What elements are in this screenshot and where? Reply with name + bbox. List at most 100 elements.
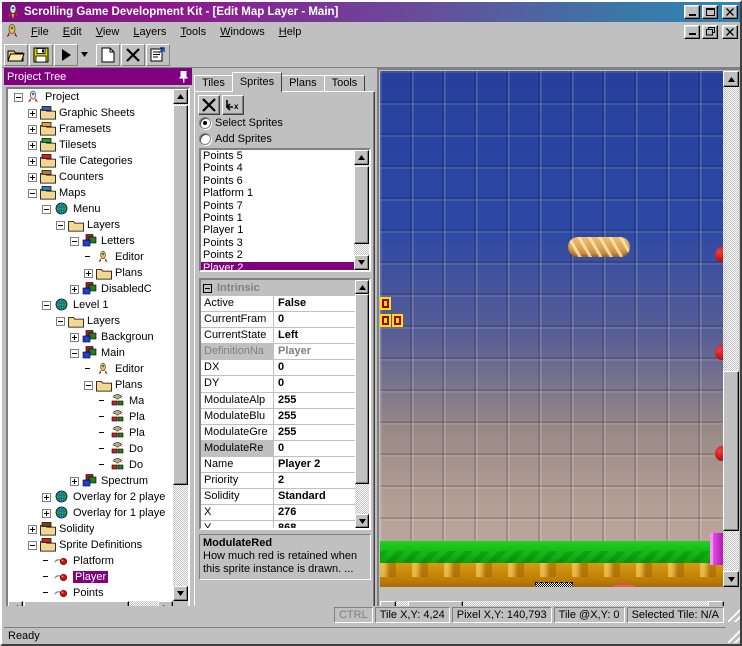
collapse-minus-icon[interactable] <box>56 316 65 326</box>
properties-button[interactable] <box>146 43 170 66</box>
sprite-list-item[interactable]: Points 4 <box>201 162 354 174</box>
sprite-list-scrollbar[interactable] <box>354 150 369 270</box>
collapse-minus-icon[interactable] <box>56 220 65 230</box>
sprite-list-item[interactable]: Platform 1 <box>201 187 354 199</box>
tree-node-project[interactable]: Project <box>8 89 173 105</box>
expand-plus-icon[interactable] <box>42 508 51 518</box>
expand-plus-icon[interactable] <box>28 524 37 534</box>
collapse-minus-icon[interactable] <box>28 188 37 198</box>
resize-grip-icon[interactable] <box>728 608 740 622</box>
tree-node-editor[interactable]: Editor <box>8 249 173 265</box>
new-item-button[interactable] <box>96 43 120 66</box>
menu-file[interactable]: File <box>24 24 56 40</box>
multiply-icon[interactable]: x <box>222 95 244 115</box>
collapse-minus-icon[interactable] <box>70 236 79 246</box>
tree-node-platform[interactable]: Platform <box>8 553 173 569</box>
property-value[interactable]: Player <box>274 344 355 360</box>
project-tree-body[interactable]: Project Graphic Sheets Framesets Tilesets Ti… <box>6 87 190 618</box>
tree-node-pla[interactable]: Pla <box>8 425 173 441</box>
property-row[interactable]: CurrentState Left <box>201 328 355 345</box>
menu-view[interactable]: View <box>89 24 127 40</box>
property-value[interactable]: Standard <box>274 489 355 505</box>
tree-node-editor[interactable]: Editor <box>8 361 173 377</box>
expand-plus-icon[interactable] <box>70 476 79 486</box>
open-project-button[interactable] <box>4 43 28 66</box>
menu-tools[interactable]: Tools <box>173 24 213 40</box>
property-row[interactable]: Priority 2 <box>201 473 355 490</box>
minimize-button[interactable] <box>684 5 700 19</box>
save-project-button[interactable] <box>29 43 53 66</box>
tree-node-plans[interactable]: Plans <box>8 377 173 393</box>
property-value[interactable]: Player 2 <box>274 456 355 473</box>
property-value[interactable]: 2 <box>274 473 355 489</box>
sprite-list-item[interactable]: Points 7 <box>201 200 354 212</box>
tree-node-player[interactable]: Player <box>8 569 173 585</box>
tree-node-disabledc[interactable]: DisabledC <box>8 281 173 297</box>
expand-plus-icon[interactable] <box>28 140 37 150</box>
property-value[interactable]: 255 <box>274 424 355 440</box>
property-row[interactable]: ModulateBlu 255 <box>201 408 355 425</box>
tree-node-do[interactable]: Do <box>8 441 173 457</box>
bread-platform-sprite[interactable] <box>568 237 630 257</box>
delete-item-button[interactable] <box>121 43 145 66</box>
expand-plus-icon[interactable] <box>70 284 79 294</box>
tree-node-pla[interactable]: Pla <box>8 409 173 425</box>
expand-plus-icon[interactable] <box>28 108 37 118</box>
tree-node-tilesets[interactable]: Tilesets <box>8 137 173 153</box>
sprite-mode-radiogroup[interactable]: Select Sprites Add Sprites <box>195 115 374 147</box>
tree-node-layers[interactable]: Layers <box>8 217 173 233</box>
coin-digit-3[interactable] <box>392 314 403 327</box>
pushpin-icon[interactable] <box>178 70 189 83</box>
sprite-list-item[interactable]: Points 5 <box>201 150 354 162</box>
property-scroll-up-button[interactable] <box>355 280 369 294</box>
spring-sprite[interactable] <box>612 585 636 587</box>
property-row[interactable]: ModulateGre 255 <box>201 424 355 441</box>
tree-node-level-1[interactable]: Level 1 <box>8 297 173 313</box>
collapse-minus-icon[interactable] <box>42 300 51 310</box>
tree-vertical-scrollbar[interactable] <box>173 89 188 601</box>
property-value[interactable]: 255 <box>274 392 355 408</box>
tree-node-ma[interactable]: Ma <box>8 393 173 409</box>
expand-plus-icon[interactable] <box>28 172 37 182</box>
property-category-header[interactable]: Intrinsic <box>201 280 355 296</box>
tree-scroll-thumb[interactable] <box>173 105 188 485</box>
collapse-minus-icon[interactable] <box>14 92 23 102</box>
property-row[interactable]: ModulateRe 0 <box>201 440 355 457</box>
app-resize-grip-icon[interactable] <box>728 629 740 643</box>
tab-tiles[interactable]: Tiles <box>194 75 233 92</box>
tree-node-sprite-definitions[interactable]: Sprite Definitions <box>8 537 173 553</box>
radio-button-icon[interactable] <box>199 117 211 129</box>
tree-node-maps[interactable]: Maps <box>8 185 173 201</box>
sprite-list-item[interactable]: Points 2 <box>201 249 354 261</box>
tree-node-tile-categories[interactable]: Tile Categories <box>8 153 173 169</box>
property-value[interactable]: 0 <box>274 360 355 376</box>
child-restore-button[interactable] <box>702 24 718 39</box>
property-row[interactable]: DY 0 <box>201 376 355 393</box>
property-value[interactable]: 0 <box>274 312 355 328</box>
sprite-list-item[interactable]: Player 2 <box>201 261 354 270</box>
run-options-dropdown[interactable] <box>79 44 90 66</box>
canvas-vscroll-thumb[interactable] <box>723 371 739 531</box>
child-close-button[interactable] <box>722 24 738 39</box>
tree-node-layers[interactable]: Layers <box>8 313 173 329</box>
expand-plus-icon[interactable] <box>42 492 51 502</box>
sprite-list-scroll-up-button[interactable] <box>354 150 369 165</box>
property-row[interactable]: Name Player 2 <box>201 456 355 474</box>
maximize-button[interactable] <box>702 5 718 19</box>
canvas-scroll-up-button[interactable] <box>723 71 739 87</box>
tree-node-overlay-for-2-playe[interactable]: Overlay for 2 playe <box>8 489 173 505</box>
tree-node-letters[interactable]: Letters <box>8 233 173 249</box>
property-value[interactable]: Left <box>274 328 355 344</box>
sprite-list-scroll-down-button[interactable] <box>354 255 369 270</box>
property-rows[interactable]: Intrinsic Active False CurrentFram 0 CurrentS… <box>201 280 355 528</box>
property-row[interactable]: DX 0 <box>201 360 355 377</box>
close-button[interactable] <box>722 5 738 19</box>
run-game-button[interactable] <box>54 43 78 66</box>
tree-node-counters[interactable]: Counters <box>8 169 173 185</box>
project-tree-nodes[interactable]: Project Graphic Sheets Framesets Tilesets Ti… <box>8 89 173 601</box>
property-value[interactable]: 276 <box>274 505 355 521</box>
canvas-vertical-scrollbar[interactable] <box>723 71 739 587</box>
exit-door-sprite[interactable] <box>710 533 724 565</box>
menu-help[interactable]: Help <box>272 24 309 40</box>
property-row[interactable]: ModulateAlp 255 <box>201 392 355 409</box>
